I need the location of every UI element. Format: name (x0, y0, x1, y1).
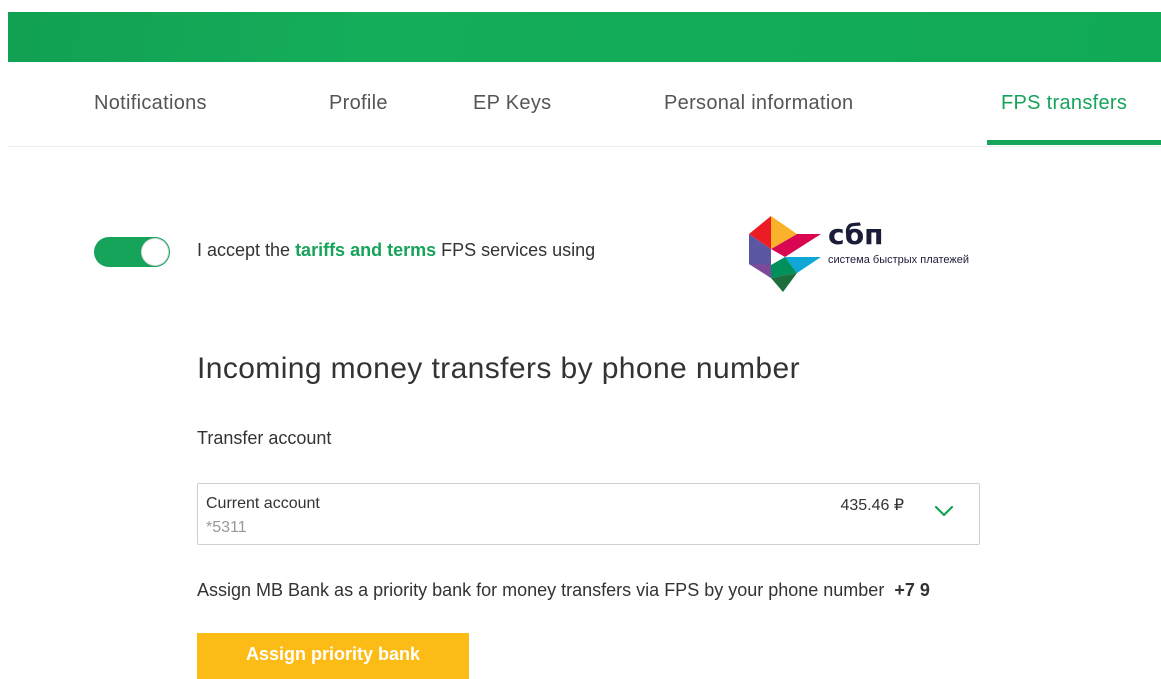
toggle-knob (142, 239, 168, 265)
sbp-logo-icon (749, 216, 821, 292)
sbp-logo: сбп система быстрых платежей (749, 216, 989, 292)
assign-text: Assign MB Bank as a priority bank for mo… (197, 580, 885, 600)
accept-terms-text: I accept the tariffs and terms FPS servi… (197, 240, 595, 261)
transfer-account-select[interactable]: Current account *5311 435.46 ₽ (197, 483, 980, 545)
tab-personal-information[interactable]: Personal information (664, 92, 853, 115)
section-title: Incoming money transfers by phone number (197, 352, 800, 385)
chevron-down-icon[interactable] (933, 504, 955, 518)
phone-number: +7 9 (894, 580, 930, 600)
sbp-wordmark: сбп (828, 218, 884, 251)
tab-notifications[interactable]: Notifications (94, 92, 207, 115)
tab-fps-transfers[interactable]: FPS transfers (1001, 92, 1127, 115)
settings-tabs: Notifications Profile EP Keys Personal i… (8, 62, 1161, 147)
page: Notifications Profile EP Keys Personal i… (0, 0, 1161, 679)
tab-profile[interactable]: Profile (329, 92, 388, 115)
assign-priority-description: Assign MB Bank as a priority bank for mo… (197, 580, 930, 601)
accept-suffix: FPS services using (436, 240, 596, 260)
accept-terms-toggle[interactable] (94, 237, 170, 267)
tariffs-terms-link[interactable]: tariffs and terms (295, 240, 436, 260)
top-banner (8, 12, 1161, 62)
accept-prefix: I accept the (197, 240, 296, 260)
account-balance: 435.46 ₽ (840, 497, 904, 514)
sbp-subtitle: система быстрых платежей (828, 254, 970, 266)
assign-priority-bank-button[interactable]: Assign priority bank (197, 633, 469, 679)
account-number: *5311 (206, 519, 247, 536)
tab-ep-keys[interactable]: EP Keys (473, 92, 551, 115)
active-tab-indicator (987, 140, 1161, 145)
account-name: Current account (206, 495, 320, 512)
transfer-account-label: Transfer account (197, 428, 332, 448)
